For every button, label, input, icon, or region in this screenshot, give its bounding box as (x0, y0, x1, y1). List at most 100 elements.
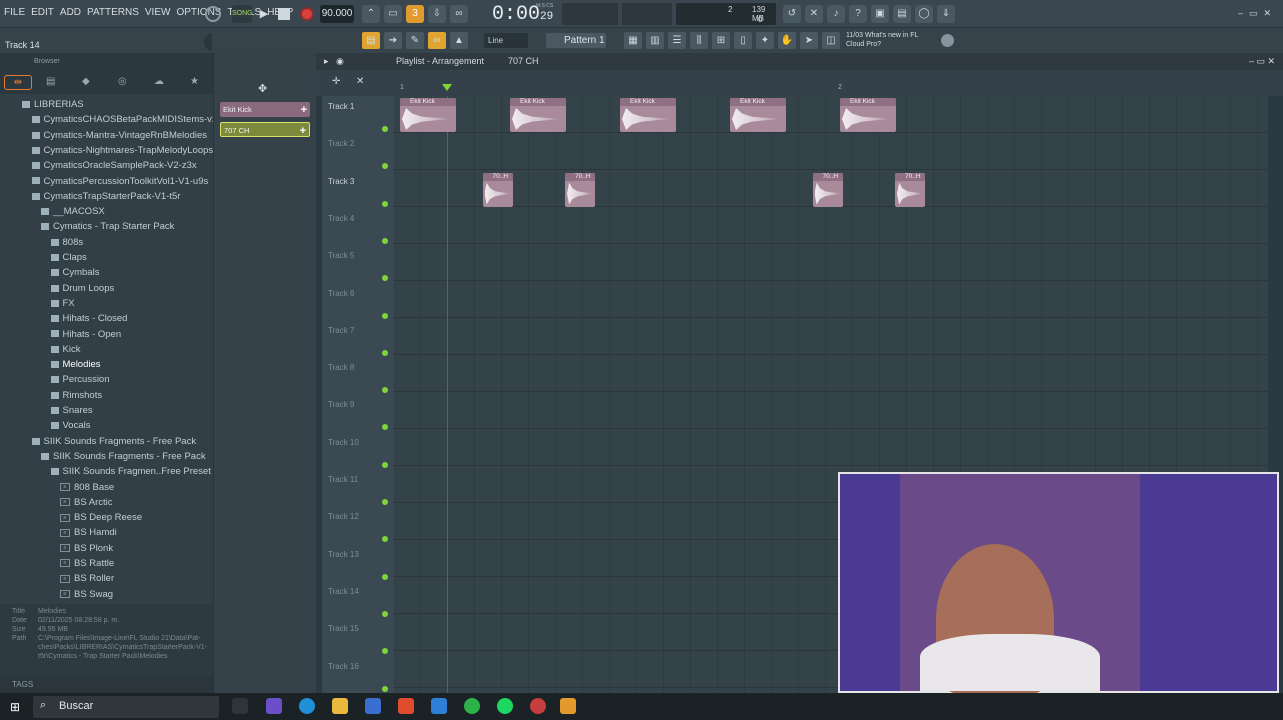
track-mute-icon[interactable] (382, 349, 388, 356)
song-mode-button[interactable]: SONG (232, 5, 253, 23)
window-controls[interactable]: –▭✕ (1238, 8, 1282, 19)
browser-folder[interactable]: SIIK Sounds Fragmen..Free Preset Pack (50, 466, 213, 477)
download-icon[interactable]: ⇓ (937, 5, 955, 23)
scroll-icon[interactable]: ✛ (332, 76, 340, 87)
browser-folder[interactable]: Kick (50, 344, 80, 355)
playlist-clip[interactable]: Ekit Kick (620, 98, 676, 132)
browser-folder[interactable]: Cymatics - Trap Starter Pack (41, 221, 174, 232)
news-panel[interactable]: 11/03 What's new in FL Cloud Pro? (846, 31, 918, 49)
menu-add[interactable]: ADD (60, 7, 81, 18)
track-header-1[interactable]: Track 1 (328, 102, 354, 111)
help-icon[interactable]: ? (849, 5, 867, 23)
browser-folder[interactable]: SIIK Sounds Fragments - Free Pack (41, 451, 206, 462)
browser-preset[interactable]: ≡ BS Roller (60, 573, 114, 584)
browser-folder[interactable]: CymaticsTrapStarterPack-V1-t5r (31, 191, 180, 202)
track-mute-icon[interactable] (382, 126, 388, 132)
piano-roll-icon[interactable]: ▥ (646, 32, 664, 49)
browser-folder[interactable]: Drum Loops (50, 283, 114, 294)
menu-view[interactable]: VIEW (145, 7, 171, 18)
chat-icon[interactable]: ◯ (915, 5, 933, 23)
mixer-icon[interactable]: ⫼ (690, 32, 708, 49)
send-icon[interactable]: ➤ (800, 32, 818, 49)
loop-record-icon[interactable]: ∞ (450, 5, 468, 23)
windows-start-icon[interactable]: ⊞ (10, 700, 20, 714)
track-header-2[interactable]: Track 2 (328, 139, 354, 148)
menu-patterns[interactable]: PATTERNS (87, 7, 139, 18)
spotify-icon[interactable] (497, 698, 513, 714)
track-header-12[interactable]: Track 12 (328, 512, 359, 521)
browser-folder[interactable]: LIBRERIAS (22, 99, 84, 110)
cross-icon[interactable]: ✕ (356, 76, 364, 87)
magnet-icon[interactable]: ◉ (336, 53, 344, 70)
track-header-10[interactable]: Track 10 (328, 438, 359, 447)
browser-folder[interactable]: CymaticsCHAOSBetaPackMIDIStems-v2 (31, 114, 213, 125)
clip-707-ch[interactable]: 707 CH ✚ (220, 122, 310, 137)
shop-icon[interactable]: ◫ (822, 32, 840, 49)
taskbar-search[interactable]: Buscar (33, 696, 219, 718)
track-header-15[interactable]: Track 15 (328, 624, 359, 633)
channel-rack-icon[interactable]: ☰ (668, 32, 686, 49)
hint-bar-icon[interactable] (205, 6, 221, 22)
wrench-icon[interactable]: ✕ (805, 5, 823, 23)
track-mute-icon[interactable] (382, 499, 388, 505)
browser-icon[interactable]: ⊞ (712, 32, 730, 49)
track-header-8[interactable]: Track 8 (328, 363, 354, 372)
track-header-4[interactable]: Track 4 (328, 214, 354, 223)
playlist-clip[interactable]: Ekit Kick (840, 98, 896, 132)
track-header-7[interactable]: Track 7 (328, 326, 354, 335)
copilot-icon[interactable] (266, 698, 282, 714)
track-mute-icon[interactable] (382, 573, 388, 580)
mic-icon[interactable]: ♪ (827, 5, 845, 23)
browser-folder[interactable]: 808s (50, 237, 83, 248)
save-icon[interactable]: ▣ (871, 5, 889, 23)
stamp-icon[interactable]: ▲ (450, 32, 468, 49)
browser-preset[interactable]: ≡ BS Swag (60, 589, 113, 600)
browser-preset[interactable]: ≡ 808 Base (60, 482, 114, 493)
browser-preset[interactable]: ≡ BS Plonk (60, 543, 113, 554)
snap-select[interactable]: Line (484, 33, 528, 48)
browser-folder[interactable]: Snares (50, 405, 93, 416)
brave-icon[interactable] (398, 698, 414, 714)
playlist-clip[interactable]: 70..H (812, 172, 843, 207)
browser-folder[interactable]: SIIK Sounds Fragments - Free Pack (31, 436, 196, 447)
track-header-11[interactable]: Track 11 (328, 475, 358, 484)
wait-input-icon[interactable]: ▭ (384, 5, 402, 23)
monitor-panel[interactable] (622, 3, 672, 25)
browser-folder[interactable]: CymaticsOracleSamplePack-V2-z3x (31, 160, 197, 171)
stop-button[interactable] (278, 8, 290, 20)
browser-folder[interactable]: __MACOSX (41, 206, 105, 217)
plugin-icon[interactable]: ▤ (893, 5, 911, 23)
browser-folder[interactable]: CymaticsPercussionToolkitVol1-V1-u9s (31, 176, 208, 187)
playlist-clip[interactable]: Ekit Kick (730, 98, 786, 132)
browser-folder[interactable]: Rimshots (50, 390, 102, 401)
fl-studio-icon[interactable] (560, 698, 576, 714)
browser-folder[interactable]: Hihats - Open (50, 329, 121, 340)
browser-folder[interactable]: FX (50, 298, 75, 309)
master-pitch[interactable] (562, 3, 618, 25)
clip-ekit-kick[interactable]: Ekit Kick ✚ (220, 102, 310, 117)
track-header-13[interactable]: Track 13 (328, 550, 359, 559)
metronome-icon[interactable]: ⌃ (362, 5, 380, 23)
file-explorer-icon[interactable] (332, 698, 348, 714)
play-button[interactable]: ▶ (256, 5, 272, 23)
playlist-clip[interactable]: 70..H (482, 172, 513, 207)
tempo-display[interactable]: 90.000 (320, 5, 354, 23)
tags-bar[interactable]: TAGS (0, 676, 213, 693)
browser-preset[interactable]: ≡ BS Rattle (60, 558, 114, 569)
store-icon[interactable] (365, 698, 381, 714)
track-header-3[interactable]: Track 3 (328, 177, 354, 186)
browser-folder[interactable]: Percussion (50, 374, 110, 385)
cloud-tab-icon[interactable]: ☁ (154, 76, 164, 87)
playlist-clip[interactable]: 70..H (895, 172, 925, 207)
app-icon[interactable] (431, 698, 447, 714)
arrow-icon[interactable]: ➔ (384, 32, 402, 49)
undo-icon[interactable]: ↺ (783, 5, 801, 23)
obs-icon[interactable] (530, 698, 546, 714)
browser-folder[interactable]: Cymatics-Nightmares-TrapMelodyLoops (31, 145, 213, 156)
snap-icon[interactable]: ▤ (362, 32, 380, 49)
news-refresh-icon[interactable] (941, 34, 954, 47)
task-view-icon[interactable] (232, 698, 248, 714)
track-header-9[interactable]: Track 9 (328, 400, 354, 409)
browser-preset[interactable]: ≡ BS Hamdi (60, 527, 117, 538)
all-tab-icon[interactable]: ⇹ (4, 75, 32, 90)
